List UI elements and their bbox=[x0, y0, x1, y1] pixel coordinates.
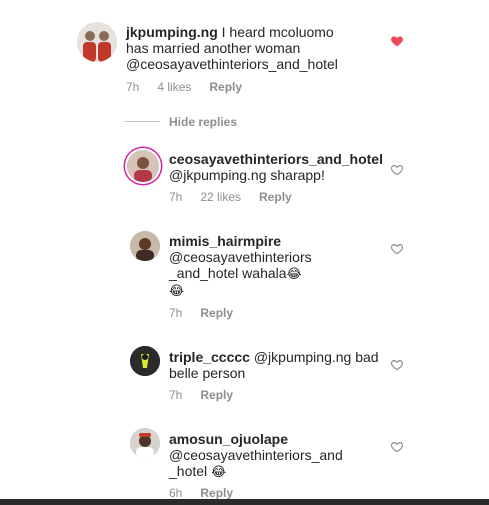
heart-outline-icon bbox=[390, 360, 404, 371]
hide-replies-button[interactable]: Hide replies bbox=[169, 115, 237, 129]
like-button[interactable] bbox=[390, 440, 404, 454]
avatar-image bbox=[77, 22, 117, 62]
comment-mention[interactable]: @ceosayavethinteriors_and_hotel bbox=[126, 56, 338, 72]
reply-body: @jkpumping.ng bad bbox=[249, 349, 379, 365]
comment-line2: has married another woman bbox=[126, 40, 301, 56]
reply-mention[interactable]: @ceosayavethinteriors bbox=[169, 249, 312, 265]
laughing-emoji-icon: 😂 bbox=[286, 266, 302, 281]
main-comment-meta: 7h 4 likes Reply bbox=[126, 80, 260, 94]
reply-username[interactable]: mimis_hairmpire bbox=[169, 233, 281, 249]
reply-username[interactable]: amosun_ojuolape bbox=[169, 431, 288, 447]
laughing-emoji-icon: 😂 bbox=[169, 283, 185, 298]
reply-time: 6h bbox=[169, 486, 183, 500]
reply-mention[interactable]: @ceosayavethinteriors_and bbox=[169, 447, 343, 463]
heart-icon bbox=[391, 36, 403, 47]
avatar-image bbox=[130, 346, 160, 376]
comment-line1: I heard mcoluomo bbox=[217, 24, 334, 40]
like-button[interactable] bbox=[390, 242, 404, 256]
avatar-triple-ccccc[interactable] bbox=[130, 346, 160, 376]
comment-username[interactable]: jkpumping.ng bbox=[126, 24, 218, 40]
heart-outline-icon bbox=[390, 165, 404, 176]
reply-time: 7h bbox=[169, 306, 183, 320]
reply-button[interactable]: Reply bbox=[200, 486, 233, 500]
comment-likes[interactable]: 4 likes bbox=[157, 80, 191, 94]
avatar-amosun[interactable] bbox=[130, 428, 160, 458]
reply-body-cont: belle person bbox=[169, 365, 246, 381]
reply-1-meta: 7h 22 likes Reply bbox=[169, 190, 310, 204]
avatar-mimis[interactable] bbox=[130, 231, 160, 261]
reply-4-text: amosun_ojuolape @ceosayavethinteriors_an… bbox=[169, 431, 399, 480]
reply-body[interactable]: _hotel bbox=[169, 463, 207, 479]
reply-body: _and_hotel wahala bbox=[169, 265, 287, 281]
reply-3-meta: 7h Reply bbox=[169, 388, 251, 402]
reply-button[interactable]: Reply bbox=[259, 190, 292, 204]
reply-likes[interactable]: 22 likes bbox=[200, 190, 241, 204]
bottom-edge-bar bbox=[0, 499, 489, 505]
main-comment-text: jkpumping.ng I heard mcoluomo has marrie… bbox=[126, 24, 386, 72]
avatar-image bbox=[130, 231, 160, 261]
avatar-image bbox=[130, 428, 160, 458]
heart-outline-icon bbox=[390, 442, 404, 453]
reply-body: @jkpumping.ng sharapp! bbox=[169, 167, 325, 183]
reply-button[interactable]: Reply bbox=[200, 306, 233, 320]
reply-2-meta: 7h Reply bbox=[169, 306, 251, 320]
reply-button[interactable]: Reply bbox=[209, 80, 242, 94]
comment-time: 7h bbox=[126, 80, 140, 94]
heart-outline-icon bbox=[390, 244, 404, 255]
reply-3-text: triple_ccccc @jkpumping.ng bad belle per… bbox=[169, 349, 399, 381]
reply-username[interactable]: ceosayavethinteriors_and_hotel bbox=[169, 151, 383, 167]
reply-4-meta: 6h Reply bbox=[169, 486, 251, 500]
reply-1-text: ceosayavethinteriors_and_hotel @jkpumpin… bbox=[169, 151, 399, 183]
like-button[interactable] bbox=[390, 358, 404, 372]
laughing-emoji-icon: 😂 bbox=[211, 464, 227, 479]
replies-divider bbox=[124, 121, 160, 122]
reply-button[interactable]: Reply bbox=[200, 388, 233, 402]
reply-time: 7h bbox=[169, 190, 183, 204]
avatar-ceosayaveth[interactable] bbox=[127, 150, 159, 182]
avatar-jkpumping[interactable] bbox=[77, 22, 117, 62]
reply-2-text: mimis_hairmpire @ceosayavethinteriors _a… bbox=[169, 233, 389, 299]
like-button[interactable] bbox=[390, 163, 404, 177]
reply-username[interactable]: triple_ccccc bbox=[169, 349, 250, 365]
avatar-image bbox=[127, 150, 159, 182]
reply-time: 7h bbox=[169, 388, 183, 402]
heart-icon-liked[interactable] bbox=[390, 34, 404, 48]
